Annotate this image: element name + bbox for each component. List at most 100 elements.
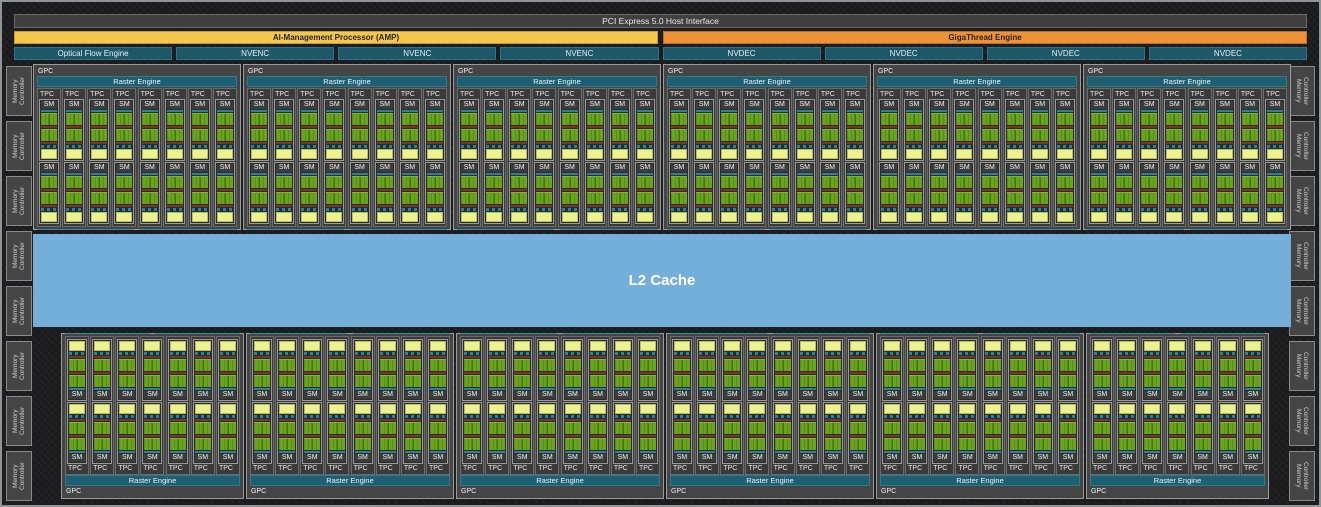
sm-maroon-line	[1116, 205, 1132, 207]
sm-block: SM	[1030, 99, 1050, 161]
gpc-strip-row	[667, 229, 867, 230]
gpc-strip	[1090, 333, 1175, 334]
sm-dash-bar	[637, 208, 653, 211]
sm-yellow-unit	[847, 212, 863, 222]
sm-block: SM	[302, 402, 322, 464]
sm-teal-bar	[144, 451, 160, 453]
sm-yellow-unit	[825, 341, 841, 351]
sm-label: SM	[276, 164, 292, 172]
sm-green-unit	[461, 113, 477, 125]
sm-teal-bar	[380, 388, 396, 390]
sm-maroon-line	[906, 142, 922, 144]
sm-yellow-unit	[220, 404, 236, 414]
sm-maroon-line	[1091, 142, 1107, 144]
tpc-column: TPCSMSM	[188, 88, 212, 227]
tpc-column: TPCSMSM	[1087, 88, 1111, 227]
sm-maroon-line	[489, 372, 505, 374]
sm-green-unit	[800, 422, 816, 434]
sm-maroon-line	[1169, 435, 1185, 437]
sm-dash-bar	[304, 352, 320, 355]
sm-green-unit	[195, 375, 211, 387]
sm-teal-bar	[304, 451, 320, 453]
sm-dash-bar	[671, 208, 687, 211]
sm-block: SM	[882, 402, 902, 464]
sm-maroon-line	[822, 142, 838, 144]
sm-label: SM	[119, 391, 135, 399]
sm-green-unit	[982, 113, 998, 125]
sm-yellow-unit	[615, 341, 631, 351]
sm-green-unit	[116, 192, 132, 204]
memory-controller-block: Memory Controller	[6, 396, 32, 446]
sm-block: SM	[744, 99, 764, 161]
sm-yellow-unit	[1192, 212, 1208, 222]
sm-green-unit	[562, 129, 578, 141]
sm-label: SM	[956, 101, 972, 109]
sm-teal-bar	[142, 173, 158, 175]
sm-maroon-line	[539, 435, 555, 437]
sm-dash-bar	[749, 415, 765, 418]
sm-block: SM	[820, 99, 840, 161]
sm-green-unit	[377, 176, 393, 188]
sm-green-unit	[514, 359, 530, 371]
sm-teal-bar	[1032, 110, 1048, 112]
tpc-column: TPCSMSM	[818, 88, 842, 227]
sm-yellow-unit	[461, 149, 477, 159]
sm-maroon-line	[724, 356, 740, 358]
sm-block: SM	[798, 339, 818, 401]
sm-green-unit	[1119, 438, 1135, 450]
sm-green-unit	[144, 438, 160, 450]
sm-green-unit	[1267, 113, 1283, 125]
tpc-row: TPCSMSMTPCSMSMTPCSMSMTPCSMSMTPCSMSMTPCSM…	[246, 88, 448, 227]
sm-green-unit	[884, 359, 900, 371]
tpc-label: TPC	[957, 464, 977, 473]
sm-teal-bar	[1035, 451, 1051, 453]
sm-maroon-line	[562, 126, 578, 128]
sm-teal-bar	[985, 451, 1001, 453]
sm-label: SM	[800, 391, 816, 399]
sm-green-unit	[881, 113, 897, 125]
tpc-label: TPC	[669, 90, 689, 99]
sm-maroon-line	[956, 205, 972, 207]
sm-maroon-line	[640, 356, 656, 358]
memory-controller-label: Memory Controller	[12, 452, 26, 500]
sm-yellow-unit	[1169, 404, 1185, 414]
sm-block: SM	[1008, 402, 1028, 464]
sm-green-unit	[1267, 176, 1283, 188]
sm-label: SM	[254, 391, 270, 399]
sm-block: SM	[218, 402, 238, 464]
sm-green-unit	[909, 375, 925, 387]
sm-label: SM	[427, 101, 443, 109]
tpc-label: TPC	[1030, 90, 1050, 99]
sm-maroon-line	[696, 126, 712, 128]
sm-green-unit	[279, 375, 295, 387]
sm-yellow-unit	[405, 404, 421, 414]
pci-express-host-interface-bar: PCI Express 5.0 Host Interface	[14, 14, 1307, 28]
sm-yellow-unit	[402, 212, 418, 222]
sm-maroon-line	[1007, 189, 1023, 191]
sm-dash-bar	[775, 352, 791, 355]
sm-green-unit	[934, 422, 950, 434]
sm-yellow-unit	[91, 212, 107, 222]
sm-label: SM	[797, 164, 813, 172]
sm-green-unit	[637, 113, 653, 125]
sm-maroon-line	[254, 419, 270, 421]
sm-teal-bar	[276, 173, 292, 175]
sm-block: SM	[1193, 402, 1213, 464]
sm-dash-bar	[884, 415, 900, 418]
tpc-column: TPCSMSM	[952, 88, 976, 227]
sm-dash-bar	[486, 145, 502, 148]
sm-green-unit	[982, 176, 998, 188]
sm-maroon-line	[797, 142, 813, 144]
sm-dash-bar	[847, 145, 863, 148]
sm-maroon-line	[91, 205, 107, 207]
sm-label: SM	[1166, 101, 1182, 109]
gpc-strip	[1087, 229, 1184, 230]
raster-engine-bar: Raster Engine	[250, 475, 450, 486]
sm-green-unit	[982, 192, 998, 204]
tpc-column: TPCSMSM	[633, 88, 657, 227]
sm-green-unit	[909, 359, 925, 371]
memory-controller-block: Memory Controller	[1289, 286, 1315, 336]
sm-green-unit	[167, 176, 183, 188]
sm-maroon-line	[355, 372, 371, 374]
sm-green-unit	[69, 438, 85, 450]
